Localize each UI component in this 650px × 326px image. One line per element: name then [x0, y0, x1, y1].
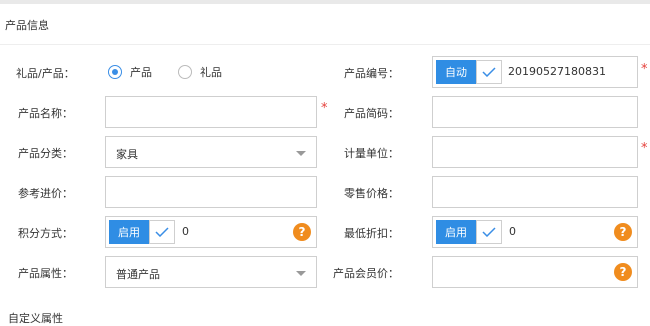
chevron-down-icon: [296, 271, 306, 276]
top-bar: [0, 0, 650, 4]
auto-button[interactable]: 自动: [436, 60, 476, 84]
product-code-value: 20190527180831: [508, 65, 606, 78]
required-mark: *: [641, 62, 648, 77]
discount-enable-toggle[interactable]: 启用: [436, 220, 502, 244]
product-code-auto-toggle[interactable]: 自动: [436, 60, 502, 84]
min-discount-label: 最低折扣：: [344, 227, 399, 240]
points-mode-value: 0: [182, 225, 189, 238]
radio-gift[interactable]: 礼品: [178, 62, 222, 82]
product-name-label: 产品名称：: [18, 107, 73, 120]
required-mark: *: [641, 141, 648, 156]
product-code-label: 产品编号：: [344, 67, 399, 80]
category-value: 家具: [116, 148, 138, 161]
retail-price-label: 零售价格：: [344, 187, 399, 200]
product-name-input[interactable]: [105, 96, 317, 128]
radio-gift-label: 礼品: [200, 66, 222, 79]
help-icon[interactable]: ?: [614, 263, 632, 281]
section-title: 产品信息: [5, 19, 49, 32]
retail-price-input[interactable]: [432, 176, 638, 208]
attribute-label: 产品属性：: [18, 267, 73, 280]
enable-button[interactable]: 启用: [109, 220, 149, 244]
enable-checkbox[interactable]: [476, 220, 502, 244]
ref-price-input[interactable]: [105, 176, 317, 208]
chevron-down-icon: [296, 151, 306, 156]
custom-attributes-title: 自定义属性: [8, 312, 63, 325]
enable-checkbox[interactable]: [149, 220, 175, 244]
unit-input[interactable]: [432, 136, 638, 168]
min-discount-value: 0: [509, 225, 516, 238]
type-label: 礼品/产品：: [16, 67, 75, 80]
check-icon: [155, 227, 169, 237]
member-price-label: 产品会员价：: [333, 267, 399, 280]
points-enable-toggle[interactable]: 启用: [109, 220, 175, 244]
short-code-label: 产品简码：: [344, 107, 399, 120]
points-mode-field[interactable]: 启用 0 ?: [105, 216, 317, 248]
enable-button[interactable]: 启用: [436, 220, 476, 244]
radio-gift-dot[interactable]: [178, 65, 192, 79]
attribute-value: 普通产品: [116, 268, 160, 281]
check-icon: [482, 227, 496, 237]
auto-checkbox[interactable]: [476, 60, 502, 84]
required-mark: *: [321, 101, 328, 116]
help-icon[interactable]: ?: [614, 223, 632, 241]
min-discount-field[interactable]: 启用 0 ?: [432, 216, 638, 248]
radio-product-dot[interactable]: [108, 65, 122, 79]
check-icon: [482, 67, 496, 77]
product-code-field[interactable]: 自动 20190527180831: [432, 56, 638, 88]
attribute-select[interactable]: 普通产品: [105, 256, 317, 288]
radio-product-label: 产品: [130, 66, 152, 79]
category-label: 产品分类：: [18, 147, 73, 160]
ref-price-label: 参考进价：: [18, 187, 73, 200]
points-mode-label: 积分方式：: [18, 227, 73, 240]
unit-label: 计量单位：: [344, 147, 399, 160]
help-icon[interactable]: ?: [293, 223, 311, 241]
member-price-input[interactable]: ?: [432, 256, 638, 288]
category-select[interactable]: 家具: [105, 136, 317, 168]
short-code-input[interactable]: [432, 96, 638, 128]
radio-product[interactable]: 产品: [108, 62, 152, 82]
section-divider: [0, 44, 650, 45]
